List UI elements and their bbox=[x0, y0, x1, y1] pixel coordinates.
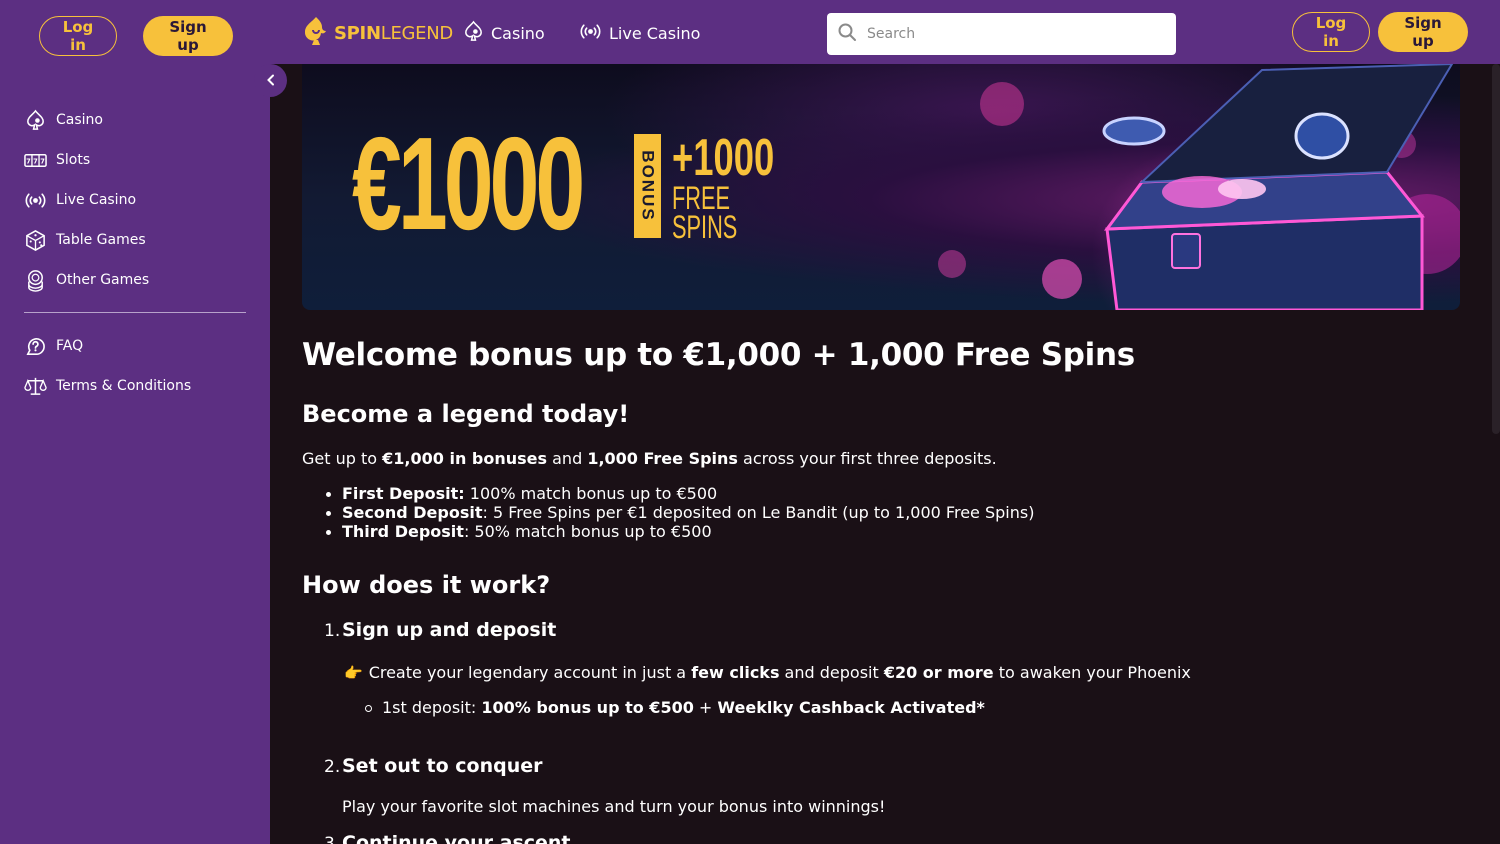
step-title: Continue your ascent bbox=[342, 832, 571, 844]
sidebar-item-faq[interactable]: FAQ bbox=[24, 326, 246, 366]
deposit-text: : 5 Free Spins per €1 deposited on Le Ba… bbox=[482, 503, 1035, 522]
top-bar: SPINLEGEND Casino Live Casino Log in Sig… bbox=[270, 0, 1500, 64]
spade-icon bbox=[462, 20, 485, 47]
sub-bullet-text: 1st deposit: bbox=[382, 698, 482, 717]
banner-bonus-tag-text: BONUS bbox=[638, 150, 658, 222]
step-title: Sign up and deposit bbox=[342, 619, 557, 641]
logo-text-legend: LEGEND bbox=[380, 22, 454, 44]
intro-bold: €1,000 in bonuses bbox=[382, 449, 548, 468]
question-bubble-icon bbox=[24, 335, 47, 358]
sidebar-item-live-casino[interactable]: Live Casino bbox=[24, 180, 246, 220]
svg-text:7: 7 bbox=[33, 157, 38, 165]
header-signup-button[interactable]: Sign up bbox=[1378, 12, 1468, 52]
banner-amount: €1000 bbox=[352, 110, 585, 257]
sub-bullet-bold: Weeklky Cashback Activated* bbox=[717, 698, 985, 717]
sidebar-auth: Log in Sign up bbox=[39, 16, 233, 56]
deposit-label: First Deposit: bbox=[342, 484, 465, 503]
step-number: 3. bbox=[324, 834, 341, 844]
logo-text-spin: SPIN bbox=[334, 22, 381, 44]
step-title: Set out to conquer bbox=[342, 755, 543, 777]
intro-text: and bbox=[547, 449, 588, 468]
top-nav-casino[interactable]: Casino bbox=[462, 20, 545, 47]
step1-bold: €20 or more bbox=[883, 663, 994, 682]
phoenix-logo-icon bbox=[302, 16, 330, 50]
broadcast-icon bbox=[24, 189, 47, 212]
top-nav-live-casino-label: Live Casino bbox=[609, 24, 701, 43]
sidebar-collapse-button[interactable] bbox=[254, 64, 287, 97]
search-input[interactable] bbox=[867, 26, 1157, 42]
section-title-how: How does it work? bbox=[302, 571, 551, 599]
pointing-hand-icon: 👉 bbox=[344, 664, 363, 682]
sidebar-item-other-games[interactable]: Other Games bbox=[24, 260, 246, 300]
header-auth: Log in Sign up bbox=[1292, 12, 1468, 52]
dice-icon bbox=[24, 229, 47, 252]
step-number: 2. bbox=[324, 757, 341, 777]
sidebar-nav: Casino 777 Slots Live Casino Table Games… bbox=[24, 100, 246, 406]
sidebar: Log in Sign up Casino 777 Slots Live Cas… bbox=[0, 0, 270, 844]
logo-text: SPINLEGEND bbox=[334, 23, 453, 44]
svg-text:7: 7 bbox=[26, 157, 31, 165]
sidebar-login-button[interactable]: Log in bbox=[39, 16, 117, 56]
sidebar-signup-button[interactable]: Sign up bbox=[143, 16, 233, 56]
sidebar-item-table-games[interactable]: Table Games bbox=[24, 220, 246, 260]
step-number: 1. bbox=[324, 621, 341, 641]
scales-icon bbox=[24, 375, 47, 398]
banner-spins-text: SPINS bbox=[672, 209, 738, 245]
logo[interactable]: SPINLEGEND bbox=[302, 16, 453, 50]
banner-free-spins: FREE SPINS bbox=[672, 182, 738, 245]
deposit-text: : 50% match bonus up to €500 bbox=[463, 522, 712, 541]
search-box bbox=[827, 13, 1176, 55]
deposit-list: First Deposit: 100% match bonus up to €5… bbox=[324, 484, 1034, 541]
deposit-label: Third Deposit bbox=[342, 522, 464, 541]
svg-text:7: 7 bbox=[40, 157, 45, 165]
step1-text: and deposit bbox=[779, 663, 884, 682]
sub-bullet-bold: 100% bonus up to €500 bbox=[481, 698, 694, 717]
sidebar-divider bbox=[24, 312, 246, 313]
list-item: Second Deposit: 5 Free Spins per €1 depo… bbox=[324, 503, 1034, 522]
sidebar-item-label: Other Games bbox=[56, 272, 150, 288]
deposit-label: Second Deposit bbox=[342, 503, 483, 522]
scrollbar[interactable] bbox=[1492, 64, 1500, 434]
sidebar-item-label: FAQ bbox=[56, 338, 84, 354]
sidebar-item-label: Table Games bbox=[56, 232, 146, 248]
sidebar-item-terms[interactable]: Terms & Conditions bbox=[24, 366, 246, 406]
top-nav-casino-label: Casino bbox=[491, 24, 545, 43]
intro-paragraph: Get up to €1,000 in bonuses and 1,000 Fr… bbox=[302, 449, 997, 468]
intro-bold: 1,000 Free Spins bbox=[587, 449, 738, 468]
banner-extra-spins: +1000 bbox=[672, 129, 775, 187]
header-login-button[interactable]: Log in bbox=[1292, 12, 1370, 52]
step2-description: Play your favorite slot machines and tur… bbox=[342, 797, 886, 816]
sidebar-item-casino[interactable]: Casino bbox=[24, 100, 246, 140]
step1-description: 👉 Create your legendary account in just a… bbox=[344, 663, 1191, 682]
sidebar-item-label: Live Casino bbox=[56, 192, 137, 208]
list-item: First Deposit: 100% match bonus up to €5… bbox=[324, 484, 1034, 503]
step1-text: Create your legendary account in just a bbox=[368, 663, 692, 682]
spade-icon bbox=[24, 109, 47, 132]
sidebar-item-slots[interactable]: 777 Slots bbox=[24, 140, 246, 180]
step1-bold: few clicks bbox=[691, 663, 780, 682]
step1-text: to awaken your Phoenix bbox=[993, 663, 1191, 682]
slot-machine-icon: 777 bbox=[24, 149, 47, 172]
sidebar-item-label: Terms & Conditions bbox=[56, 378, 192, 394]
list-item: Third Deposit: 50% match bonus up to €50… bbox=[324, 522, 1034, 541]
top-nav-live-casino[interactable]: Live Casino bbox=[578, 20, 700, 47]
search-icon bbox=[837, 22, 857, 46]
chevron-left-icon bbox=[265, 71, 277, 90]
intro-text: Get up to bbox=[302, 449, 383, 468]
deposit-text: 100% match bonus up to €500 bbox=[464, 484, 718, 503]
promo-banner: €1000 BONUS +1000 FREE SPINS bbox=[302, 64, 1460, 310]
sidebar-item-label: Slots bbox=[56, 152, 91, 168]
banner-bonus-tag: BONUS bbox=[634, 134, 661, 238]
sidebar-item-label: Casino bbox=[56, 112, 103, 128]
intro-text: across your first three deposits. bbox=[737, 449, 997, 468]
page-title: Welcome bonus up to €1,000 + 1,000 Free … bbox=[302, 337, 1135, 373]
section-title-legend: Become a legend today! bbox=[302, 400, 630, 428]
broadcast-icon bbox=[578, 20, 603, 47]
sub-bullet-text: + bbox=[693, 698, 718, 717]
chips-icon bbox=[24, 269, 47, 292]
step1-sub-bullet: 1st deposit: 100% bonus up to €500 + Wee… bbox=[365, 698, 985, 717]
